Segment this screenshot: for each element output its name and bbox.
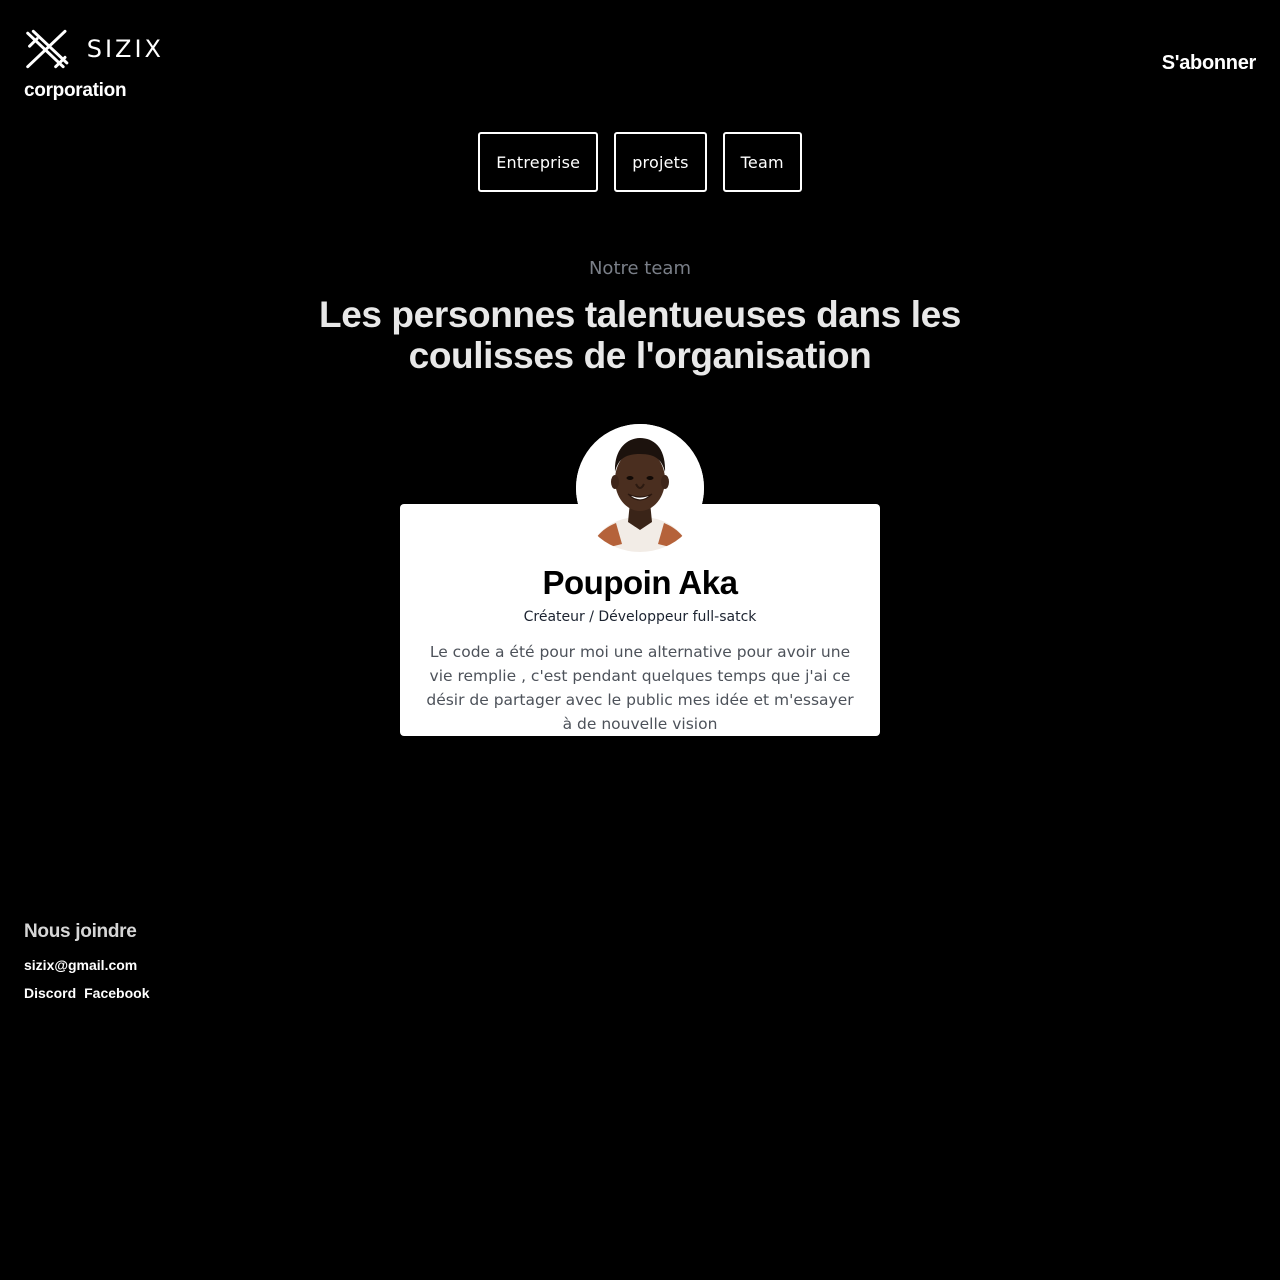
facebook-link[interactable]: Facebook [84, 985, 149, 1001]
nav-entreprise-button[interactable]: Entreprise [478, 132, 599, 192]
section-eyebrow: Notre team [588, 258, 692, 279]
member-avatar [576, 424, 704, 552]
person-portrait-icon [576, 424, 704, 552]
member-role: Créateur / Développeur full-satck [523, 609, 757, 625]
member-bio: Le code a été pour moi une alternative p… [426, 643, 854, 733]
contact-email-link[interactable]: sizix@gmail.com [24, 957, 137, 973]
sizix-logo-icon [26, 29, 69, 69]
page: SIZIX corporation S'abonner Entreprise p… [0, 0, 1280, 1280]
section-headline: Les personnes talentueuses dans les coul… [319, 294, 961, 376]
brand-logo[interactable]: SIZIX [24, 24, 164, 74]
subscribe-link[interactable]: S'abonner [1162, 52, 1257, 75]
social-links: Discord Facebook [24, 985, 149, 1001]
nav-team-button[interactable]: Team [722, 132, 802, 192]
member-name: Poupoin Aka [542, 564, 738, 601]
brand-tagline: corporation [24, 80, 127, 101]
nav-projets-button[interactable]: projets [614, 132, 707, 192]
brand-name: SIZIX [86, 35, 164, 63]
footer-join-title: Nous joindre [24, 921, 137, 942]
main-nav: Entreprise projets Team [0, 132, 1280, 192]
discord-link[interactable]: Discord [24, 985, 76, 1001]
